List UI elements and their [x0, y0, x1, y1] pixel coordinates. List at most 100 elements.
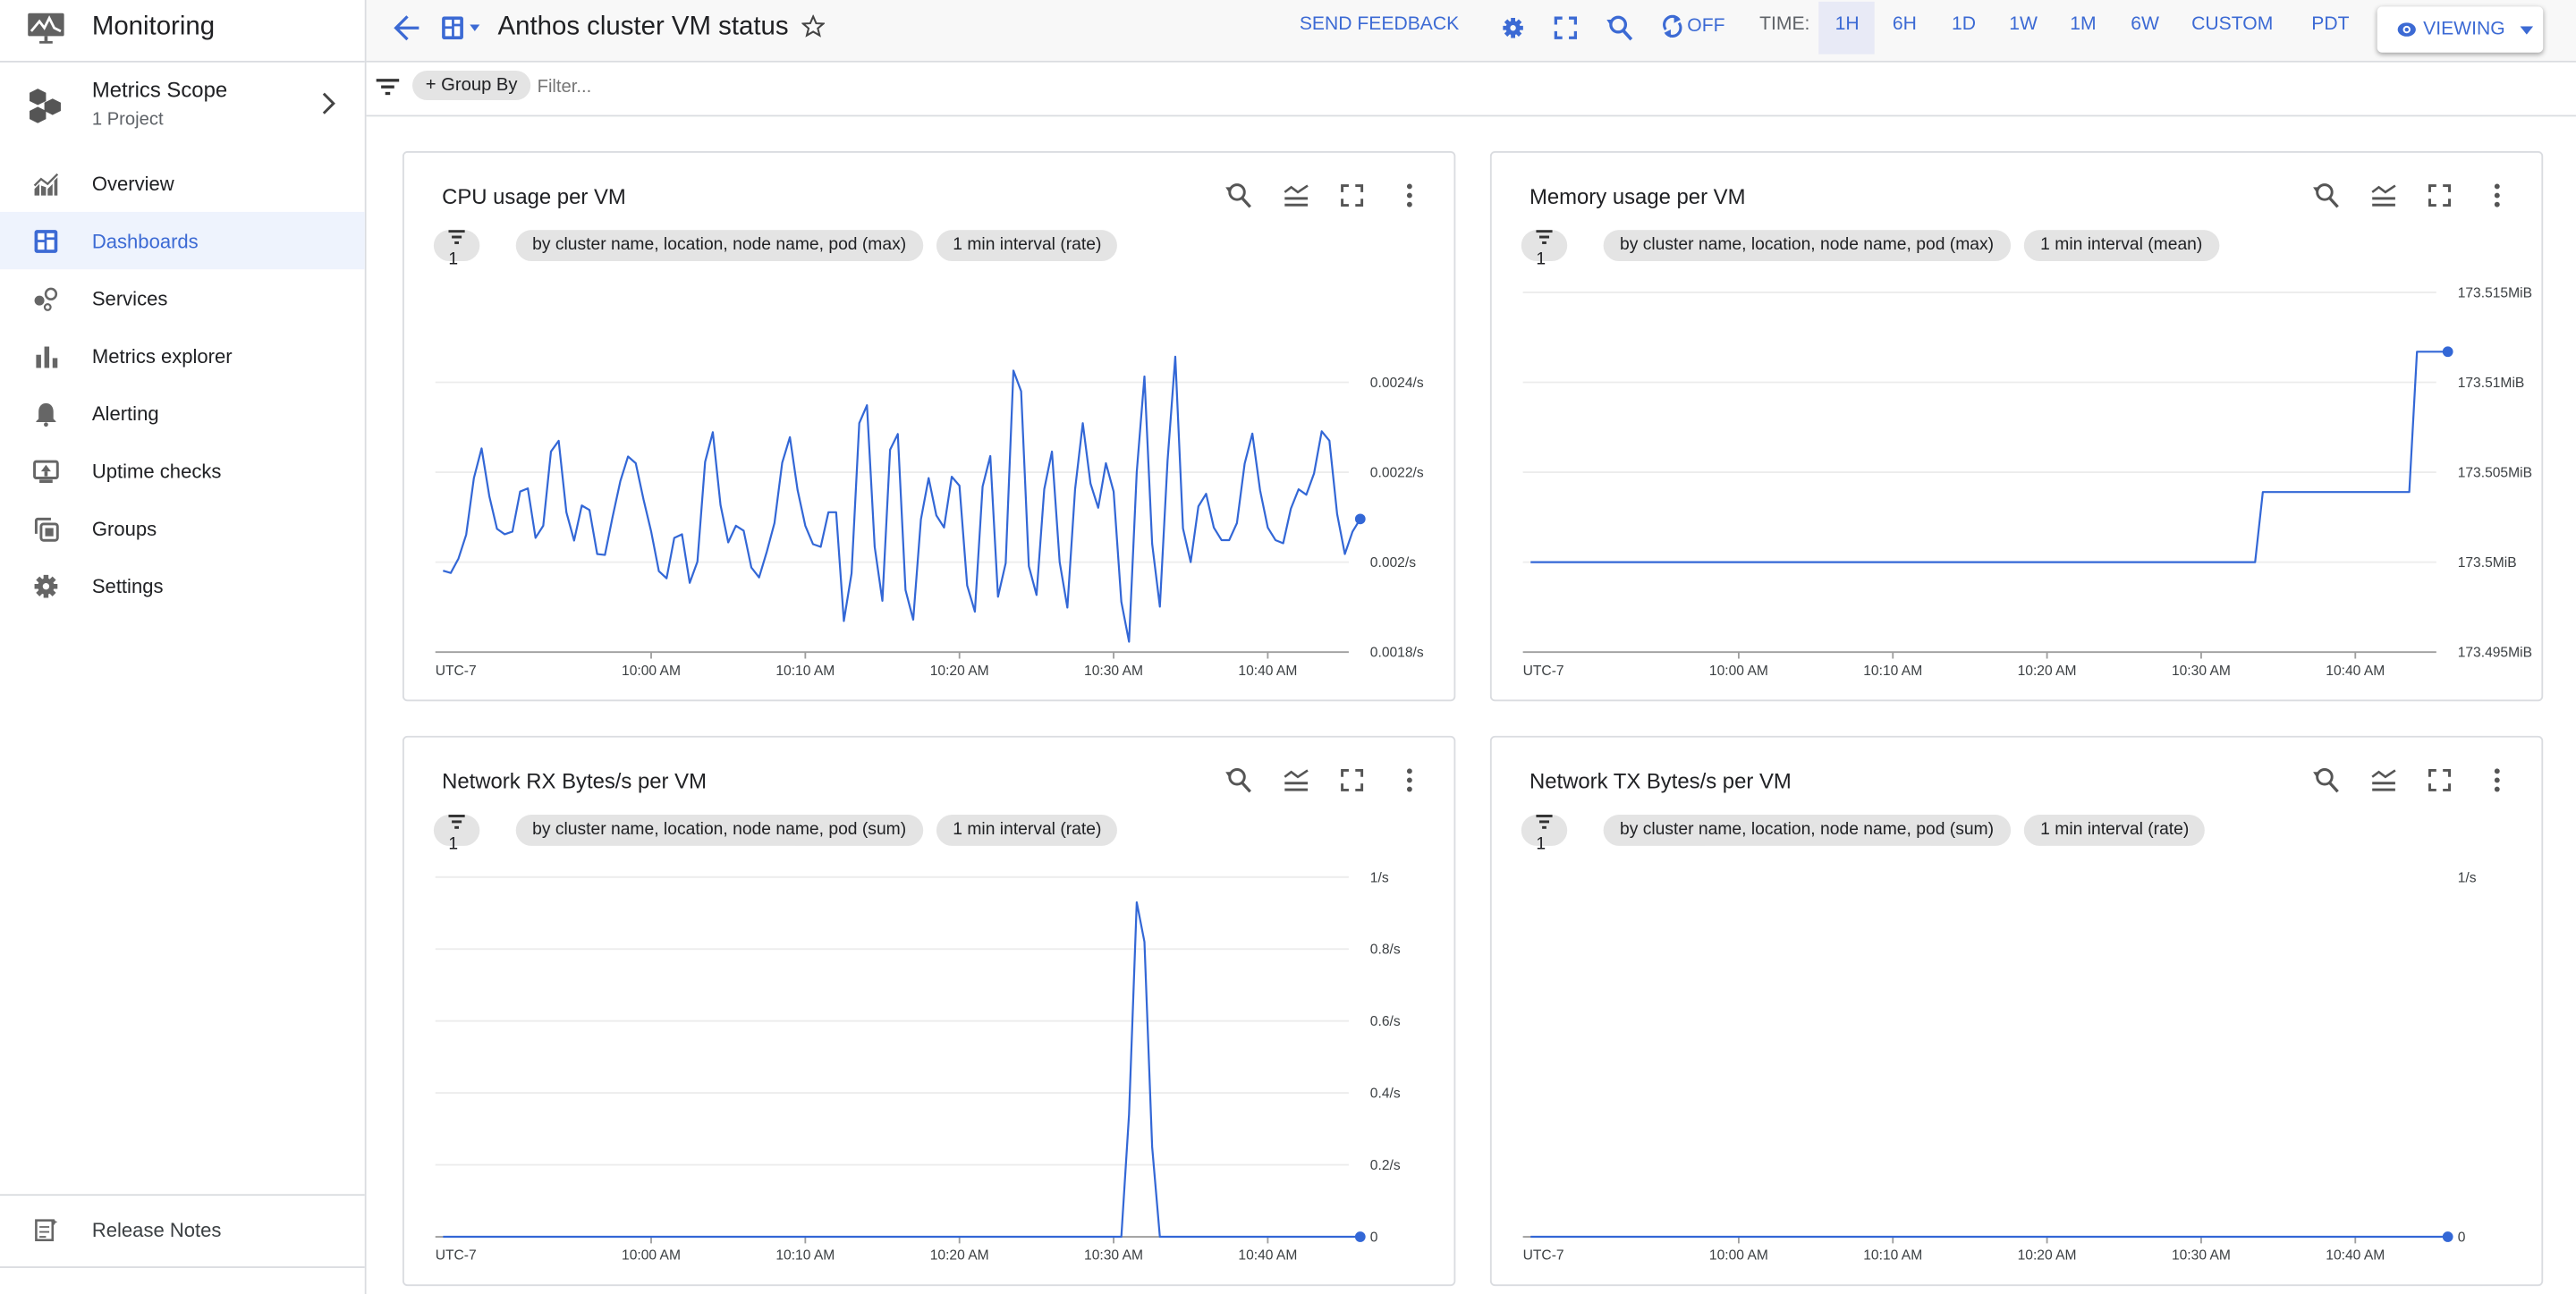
series-line [443, 901, 1360, 1239]
fullscreen-icon[interactable] [1337, 765, 1367, 795]
back-arrow-icon[interactable] [393, 13, 422, 43]
x-tick-label: 10:10 AM [775, 1248, 835, 1264]
sidebar-item-label: Dashboards [91, 229, 199, 252]
filter-count-chip[interactable]: 1 [1521, 815, 1568, 854]
time-range-6w[interactable]: 6W [2131, 15, 2159, 35]
aggregation-chip[interactable]: by cluster name, location, node name, po… [1603, 815, 2011, 846]
dashboard-picker[interactable] [442, 16, 481, 40]
reset-zoom-icon[interactable] [2311, 765, 2341, 795]
more-vert-icon[interactable] [2482, 765, 2512, 795]
x-tick-label: 10:30 AM [2172, 1248, 2231, 1264]
interval-chip[interactable]: 1 min interval (mean) [2023, 230, 2219, 262]
plus-icon: + [425, 75, 436, 96]
interval-chip[interactable]: 1 min interval (rate) [936, 815, 1118, 846]
reset-zoom-icon[interactable] [1224, 181, 1253, 210]
sidebar: Monitoring Metrics Scope 1 Project Overv… [0, 0, 367, 1294]
legend-toggle-icon[interactable] [1282, 765, 1311, 795]
chart-card-4: Network TX Bytes/s per VM 1 by cluster n… [1489, 735, 2544, 1287]
filter-count-chip[interactable]: 1 [433, 230, 480, 269]
sidebar-item-groups[interactable]: Groups [0, 499, 365, 556]
legend-toggle-icon[interactable] [2369, 765, 2399, 795]
chart-card-2: Memory usage per VM 1 by cluster name, l… [1489, 150, 2544, 702]
y-tick-label: 0.2/s [1370, 1158, 1401, 1173]
groups-icon [34, 517, 59, 542]
y-tick-label: 0.002/s [1370, 555, 1416, 571]
x-tick-label: 10:10 AM [775, 664, 835, 679]
monitor-icon [33, 460, 59, 483]
timezone-label: UTC-7 [1523, 1248, 1564, 1264]
filter-icon [448, 815, 465, 829]
sidebar-item-metrics-explorer[interactable]: Metrics explorer [0, 327, 365, 385]
filter-bar: + Group By [366, 62, 2576, 117]
sidebar-item-settings[interactable]: Settings [0, 557, 365, 614]
star-icon[interactable] [801, 14, 826, 38]
interval-chip[interactable]: 1 min interval (rate) [2023, 815, 2206, 846]
more-vert-icon[interactable] [2482, 181, 2512, 210]
aggregation-chip[interactable]: by cluster name, location, node name, po… [515, 815, 923, 846]
fullscreen-icon[interactable] [2425, 181, 2454, 210]
sidebar-item-alerting[interactable]: Alerting [0, 385, 365, 442]
bar-chart-icon [36, 346, 58, 368]
chart-title: Memory usage per VM [1529, 183, 1746, 209]
auto-refresh-toggle[interactable]: OFF [1661, 13, 1725, 39]
timezone-label: UTC-7 [1523, 664, 1564, 679]
timezone-button[interactable]: PDT [2311, 15, 2349, 35]
gear-icon [34, 574, 58, 598]
fullscreen-icon[interactable] [1554, 16, 1578, 39]
viewing-mode-dropdown[interactable]: VIEWING [2377, 6, 2544, 53]
aggregation-chip[interactable]: by cluster name, location, node name, po… [515, 230, 923, 262]
metrics-scope-selector[interactable]: Metrics Scope 1 Project [0, 63, 365, 148]
metrics-scope-icon [30, 89, 61, 123]
time-range-1d[interactable]: 1D [1952, 15, 1976, 35]
filter-icon [1536, 230, 1553, 244]
x-tick-label: 10:40 AM [1238, 664, 1297, 679]
release-notes-link[interactable]: Release Notes [0, 1201, 365, 1258]
chart-card-3: Network RX Bytes/s per VM 1 by cluster n… [402, 735, 1456, 1287]
interval-chip[interactable]: 1 min interval (rate) [936, 230, 1118, 262]
y-tick-label: 173.51MiB [2458, 376, 2525, 391]
filter-icon [376, 79, 400, 96]
x-tick-label: 10:20 AM [2018, 664, 2077, 679]
y-tick-label: 0.0024/s [1370, 376, 1424, 391]
x-tick-label: 10:00 AM [1709, 664, 1768, 679]
reset-zoom-icon[interactable] [1605, 13, 1634, 43]
series-end-point [2442, 1231, 2453, 1242]
divider [0, 1194, 365, 1197]
sidebar-item-services[interactable]: Services [0, 269, 365, 326]
fullscreen-icon[interactable] [1337, 181, 1367, 210]
aggregation-chip[interactable]: by cluster name, location, node name, po… [1603, 230, 2011, 262]
filter-input[interactable] [537, 72, 1195, 101]
filter-icon [448, 230, 465, 244]
x-tick-label: 10:00 AM [622, 664, 681, 679]
fullscreen-icon[interactable] [2425, 765, 2454, 795]
sidebar-item-overview[interactable]: Overview [0, 155, 365, 212]
reset-zoom-icon[interactable] [2311, 181, 2341, 210]
more-vert-icon[interactable] [1394, 181, 1424, 210]
sidebar-item-uptime-checks[interactable]: Uptime checks [0, 442, 365, 499]
series-end-point [2442, 346, 2453, 358]
legend-toggle-icon[interactable] [2369, 181, 2399, 210]
sidebar-item-dashboards[interactable]: Dashboards [0, 211, 365, 270]
more-vert-icon[interactable] [1394, 765, 1424, 795]
caret-down-icon [2520, 25, 2533, 34]
send-feedback-button[interactable]: SEND FEEDBACK [1300, 15, 1459, 35]
time-range-custom[interactable]: CUSTOM [2191, 15, 2273, 35]
release-notes-icon [35, 1218, 58, 1241]
eye-icon [2397, 22, 2416, 37]
reset-zoom-icon[interactable] [1224, 765, 1253, 795]
legend-toggle-icon[interactable] [1282, 181, 1311, 210]
divider [0, 1266, 365, 1268]
time-range-1w[interactable]: 1W [2009, 15, 2038, 35]
time-range-1m[interactable]: 1M [2070, 15, 2096, 35]
time-range-1h[interactable]: 1H [1835, 15, 1860, 35]
filter-count-chip[interactable]: 1 [433, 815, 480, 854]
filter-count-chip[interactable]: 1 [1521, 230, 1568, 269]
sidebar-item-label: Alerting [91, 402, 159, 425]
y-tick-label: 1/s [1370, 870, 1389, 885]
time-range-6h[interactable]: 6H [1893, 15, 1917, 35]
settings-gear-icon[interactable] [1502, 16, 1525, 39]
group-by-chip[interactable]: + Group By [412, 70, 531, 101]
x-tick-label: 10:20 AM [930, 1248, 989, 1264]
sidebar-item-label: Uptime checks [91, 459, 222, 483]
dashboard-grid: CPU usage per VM 1 by cluster name, loca… [366, 116, 2576, 1294]
